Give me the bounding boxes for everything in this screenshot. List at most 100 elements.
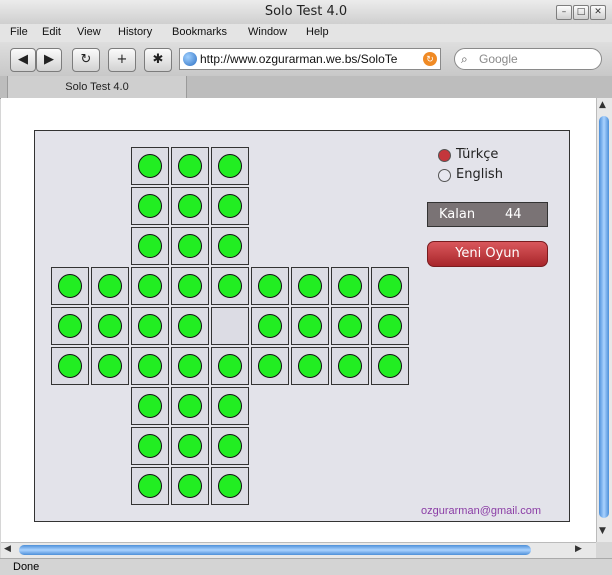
board-hole[interactable] (131, 147, 169, 185)
board-hole[interactable] (371, 347, 409, 385)
board-hole[interactable] (211, 347, 249, 385)
maximize-button[interactable]: □ (573, 5, 589, 20)
peg[interactable] (258, 314, 282, 338)
peg[interactable] (178, 274, 202, 298)
peg[interactable] (218, 474, 242, 498)
radio-turkish[interactable] (438, 149, 451, 162)
board-hole[interactable] (371, 267, 409, 305)
board-hole[interactable] (131, 187, 169, 225)
board-hole[interactable] (171, 467, 209, 505)
vertical-scrollbar[interactable]: ▲ ▼ (596, 98, 612, 542)
peg[interactable] (178, 434, 202, 458)
new-game-button[interactable]: Yeni Oyun (427, 241, 548, 267)
board-hole[interactable] (211, 467, 249, 505)
forward-button[interactable]: ▶ (36, 48, 62, 72)
peg[interactable] (58, 274, 82, 298)
board-hole[interactable] (211, 307, 249, 345)
board-hole[interactable] (91, 347, 129, 385)
peg[interactable] (98, 274, 122, 298)
board-hole[interactable] (211, 427, 249, 465)
peg[interactable] (138, 234, 162, 258)
reload-button[interactable]: ↻ (72, 48, 100, 72)
menu-file[interactable]: File (10, 26, 28, 38)
board-hole[interactable] (171, 147, 209, 185)
board-hole[interactable] (91, 307, 129, 345)
board-hole[interactable] (131, 467, 169, 505)
scroll-up-icon[interactable]: ▲ (599, 100, 606, 110)
horizontal-scrollbar[interactable]: ◀ ▶ (1, 542, 596, 558)
board-hole[interactable] (211, 187, 249, 225)
board-hole[interactable] (371, 307, 409, 345)
board-hole[interactable] (91, 267, 129, 305)
peg[interactable] (178, 314, 202, 338)
peg[interactable] (178, 194, 202, 218)
search-field[interactable]: ⌕ Google (454, 48, 602, 70)
board-hole[interactable] (171, 267, 209, 305)
peg[interactable] (138, 354, 162, 378)
peg[interactable] (98, 354, 122, 378)
menu-window[interactable]: Window (248, 26, 287, 38)
board-hole[interactable] (211, 147, 249, 185)
peg[interactable] (258, 354, 282, 378)
board-hole[interactable] (131, 267, 169, 305)
peg[interactable] (338, 354, 362, 378)
peg[interactable] (298, 354, 322, 378)
board-hole[interactable] (51, 267, 89, 305)
peg[interactable] (138, 154, 162, 178)
menu-bookmarks[interactable]: Bookmarks (172, 26, 227, 38)
rss-icon[interactable]: ↻ (423, 52, 437, 66)
peg[interactable] (138, 394, 162, 418)
horizontal-scroll-thumb[interactable] (19, 545, 531, 555)
scroll-down-icon[interactable]: ▼ (599, 526, 606, 536)
board-hole[interactable] (171, 427, 209, 465)
peg[interactable] (338, 314, 362, 338)
menu-edit[interactable]: Edit (42, 26, 61, 38)
vertical-scroll-thumb[interactable] (599, 116, 609, 518)
board-hole[interactable] (171, 227, 209, 265)
peg[interactable] (218, 194, 242, 218)
peg[interactable] (58, 354, 82, 378)
board-hole[interactable] (131, 427, 169, 465)
contact-email[interactable]: ozgurarman@gmail.com (421, 505, 541, 517)
board-hole[interactable] (331, 347, 369, 385)
board-hole[interactable] (291, 347, 329, 385)
peg[interactable] (378, 354, 402, 378)
peg[interactable] (218, 354, 242, 378)
scroll-left-icon[interactable]: ◀ (4, 544, 11, 554)
peg[interactable] (178, 234, 202, 258)
peg[interactable] (138, 434, 162, 458)
board-hole[interactable] (131, 387, 169, 425)
peg[interactable] (218, 234, 242, 258)
peg[interactable] (138, 194, 162, 218)
peg[interactable] (58, 314, 82, 338)
peg[interactable] (218, 394, 242, 418)
board-hole[interactable] (171, 387, 209, 425)
scroll-right-icon[interactable]: ▶ (575, 544, 582, 554)
board-hole[interactable] (131, 227, 169, 265)
peg[interactable] (98, 314, 122, 338)
peg[interactable] (298, 314, 322, 338)
menu-view[interactable]: View (77, 26, 101, 38)
peg[interactable] (378, 274, 402, 298)
menu-help[interactable]: Help (306, 26, 329, 38)
back-button[interactable]: ◀ (10, 48, 36, 72)
peg[interactable] (178, 394, 202, 418)
board-hole[interactable] (211, 227, 249, 265)
board-hole[interactable] (131, 347, 169, 385)
peg[interactable] (298, 274, 322, 298)
peg[interactable] (218, 154, 242, 178)
board-hole[interactable] (251, 267, 289, 305)
add-bookmark-button[interactable]: + (108, 48, 136, 72)
peg[interactable] (218, 434, 242, 458)
board-hole[interactable] (211, 267, 249, 305)
debug-button[interactable]: ✱ (144, 48, 172, 72)
peg[interactable] (178, 154, 202, 178)
peg[interactable] (138, 274, 162, 298)
board-hole[interactable] (331, 307, 369, 345)
peg[interactable] (178, 474, 202, 498)
board-hole[interactable] (51, 347, 89, 385)
board-hole[interactable] (131, 307, 169, 345)
peg[interactable] (138, 474, 162, 498)
radio-english[interactable] (438, 169, 451, 182)
board-hole[interactable] (171, 187, 209, 225)
